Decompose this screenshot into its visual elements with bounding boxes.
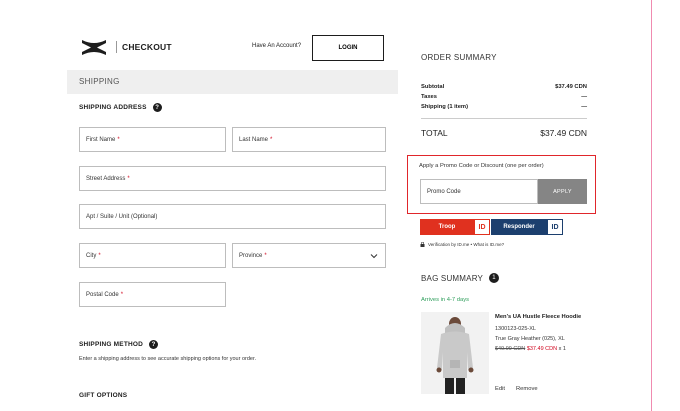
city-placeholder: City [86, 252, 97, 259]
sale-price: $37.49 CDN [526, 346, 558, 352]
required-mark: * [117, 136, 120, 143]
street-address-field[interactable]: Street Address * [79, 166, 386, 191]
shipping-method-description: Enter a shipping address to see accurate… [79, 356, 257, 362]
postal-code-field[interactable]: Postal Code * [79, 282, 226, 307]
bag-count-badge: 1 [489, 273, 500, 283]
checkout-form-column: CHECKOUT Have An Account? LOGIN SHIPPING… [67, 0, 398, 411]
total-value: $37.49 CDN [540, 128, 587, 138]
product-name[interactable]: Men's UA Hustle Fleece Hoodie [495, 314, 581, 320]
responder-verify-button[interactable]: Responder ID [491, 219, 563, 235]
taxes-label: Taxes [421, 94, 438, 100]
shipping-section-bar: SHIPPING [67, 70, 398, 94]
subtotal-value: $37.49 CDN [555, 84, 587, 90]
required-mark: * [98, 252, 101, 259]
order-summary-column: ORDER SUMMARY Subtotal $37.49 CDN Taxes … [405, 0, 604, 411]
troop-verify-button[interactable]: Troop ID [420, 219, 490, 235]
shipping-section-title: SHIPPING [79, 77, 120, 86]
product-sku: 1300123-025-XL [495, 326, 536, 332]
product-image[interactable] [421, 312, 489, 394]
help-icon[interactable]: ? [149, 340, 159, 349]
id-me-verification[interactable]: Verification by ID.me • What is ID.me? [420, 242, 504, 247]
original-price: $49.99 CDN [495, 346, 526, 352]
first-name-field[interactable]: First Name * [79, 127, 226, 152]
last-name-field[interactable]: Last Name * [232, 127, 386, 152]
subtotal-label: Subtotal [421, 84, 445, 90]
bag-summary-heading: BAG SUMMARY 1 [421, 273, 500, 283]
shipping-cost-value: — [581, 104, 587, 110]
chevron-down-icon [370, 254, 378, 259]
street-address-placeholder: Street Address [86, 175, 126, 182]
required-mark: * [127, 175, 130, 182]
shipping-method-heading: SHIPPING METHOD ? [79, 340, 159, 349]
province-placeholder: Province [239, 252, 263, 259]
under-armour-logo-icon[interactable] [80, 39, 108, 56]
gift-options-label: GIFT OPTIONS [79, 392, 128, 399]
responder-label: Responder [503, 224, 535, 230]
postal-code-placeholder: Postal Code [86, 291, 119, 298]
apply-promo-button[interactable]: APPLY [538, 179, 587, 204]
bag-summary-title: BAG SUMMARY [421, 273, 484, 283]
required-mark: * [270, 136, 273, 143]
shipping-address-label: SHIPPING ADDRESS [79, 104, 147, 111]
edit-item-link[interactable]: Edit [495, 386, 505, 392]
have-account-text: Have An Account? [252, 43, 302, 49]
apt-suite-placeholder: Apt / Suite / Unit (Optional) [86, 213, 158, 220]
page-edge-line [651, 0, 652, 411]
checkout-header: CHECKOUT Have An Account? LOGIN [67, 35, 398, 65]
total-row: TOTAL $37.49 CDN [421, 128, 587, 138]
id-me-badge-icon: ID [475, 220, 489, 234]
arrival-estimate: Arrives in 4-7 days [421, 297, 470, 303]
id-me-badge-icon: ID [548, 220, 562, 234]
shipping-cost-label: Shipping (1 item) [421, 104, 469, 110]
province-select[interactable]: Province * [232, 243, 386, 268]
quantity: x 1 [558, 346, 566, 352]
verification-text: Verification by ID.me • What is ID.me? [428, 242, 505, 247]
login-button[interactable]: LOGIN [312, 35, 384, 61]
total-label: TOTAL [421, 128, 448, 138]
total-divider [421, 118, 587, 119]
product-price: $49.99 CDN $37.49 CDN x 1 [495, 346, 566, 352]
required-mark: * [264, 252, 267, 259]
lock-icon [420, 242, 425, 247]
subtotal-row: Subtotal $37.49 CDN [421, 84, 587, 90]
help-icon[interactable]: ? [152, 103, 162, 112]
first-name-placeholder: First Name [86, 136, 116, 143]
apt-suite-field[interactable]: Apt / Suite / Unit (Optional) [79, 204, 386, 229]
product-color-size: True Gray Heather (025), XL [495, 336, 565, 342]
remove-item-link[interactable]: Remove [516, 386, 538, 392]
shipping-method-label: SHIPPING METHOD [79, 341, 144, 348]
required-mark: * [120, 291, 124, 298]
last-name-placeholder: Last Name [239, 136, 269, 143]
taxes-row: Taxes — [421, 94, 587, 100]
order-summary-title: ORDER SUMMARY [421, 53, 497, 62]
shipping-address-heading: SHIPPING ADDRESS ? [79, 103, 162, 112]
shipping-cost-row: Shipping (1 item) — [421, 104, 587, 110]
promo-label: Apply a Promo Code or Discount (one per … [419, 163, 544, 169]
taxes-value: — [581, 94, 587, 100]
header-divider [116, 41, 117, 53]
city-field[interactable]: City * [79, 243, 226, 268]
promo-code-input[interactable]: Promo Code [420, 179, 538, 204]
promo-code-placeholder: Promo Code [427, 188, 461, 195]
checkout-title: CHECKOUT [122, 42, 172, 52]
gift-options-heading[interactable]: GIFT OPTIONS [79, 392, 127, 399]
troop-label: Troop [438, 224, 456, 230]
